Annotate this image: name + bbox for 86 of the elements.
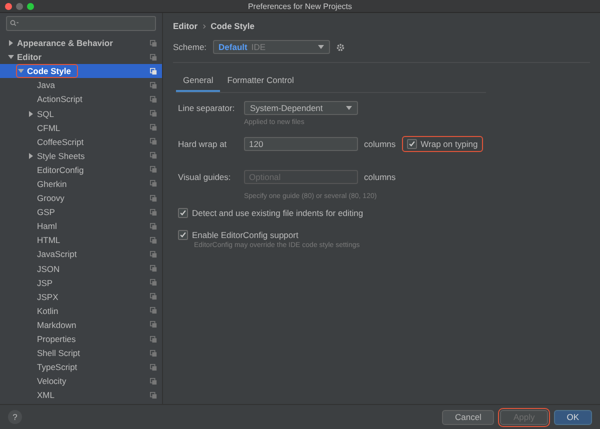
expanded-arrow-icon[interactable] (18, 68, 24, 74)
tree-item[interactable]: Shell Script (0, 346, 162, 360)
breadcrumb-item[interactable]: Code Style (210, 21, 254, 31)
tree-item[interactable]: EditorConfig (0, 162, 162, 177)
scheme-label: Scheme: (173, 42, 207, 52)
tree-item-label: JSON (37, 264, 60, 274)
tree-item-label: Appearance & Behavior (17, 38, 113, 48)
tab[interactable]: General (176, 73, 220, 92)
breadcrumb-item[interactable]: Editor (173, 21, 198, 31)
tree-item[interactable]: Style Sheets (0, 148, 162, 163)
tree-item-label: Haml (37, 221, 57, 232)
tree-item-label: Style Sheets (37, 150, 85, 161)
tree-item-label: Editor (17, 52, 42, 62)
tree-item-label: Groovy (37, 193, 64, 204)
tree-item[interactable]: Haml (0, 219, 162, 234)
tree-item-label: XML (37, 390, 54, 400)
tree-item[interactable]: CoffeeScript (0, 134, 162, 149)
tree-item-label: Velocity (37, 376, 66, 386)
tree-item-label: Markdown (37, 320, 76, 330)
tree-item[interactable]: XML (0, 388, 162, 402)
help-button[interactable]: ? (8, 410, 22, 424)
expanded-arrow-icon[interactable] (8, 54, 14, 60)
checkbox[interactable] (178, 230, 188, 240)
tree-item-label: Java (37, 80, 55, 90)
tree-item[interactable]: Properties (0, 332, 162, 346)
tree-item[interactable]: GSP (0, 205, 162, 220)
search-icon (10, 20, 19, 27)
collapsed-arrow-icon[interactable] (28, 110, 34, 117)
line-separator-dropdown[interactable]: System-Dependent (244, 101, 358, 115)
field-label: Visual guides: (178, 172, 232, 182)
tree-item[interactable]: JSPX (0, 290, 162, 304)
tree-item[interactable]: Markdown (0, 318, 162, 332)
dialog-button[interactable]: OK (554, 410, 592, 424)
tree-item-label: Shell Script (37, 348, 80, 358)
field-label: Line separator: (178, 103, 236, 113)
tree-item[interactable]: JSP (0, 276, 162, 290)
tree-item-label: Gherkin (37, 178, 67, 189)
dropdown-arrow-icon (346, 106, 352, 110)
tab[interactable]: Formatter Control (220, 73, 301, 92)
unit-label: columns (364, 172, 396, 182)
tree-item-label: Kotlin (37, 306, 58, 316)
tree-item[interactable]: Editor (0, 50, 162, 64)
checkbox-label: Enable EditorConfig support (192, 230, 298, 240)
input-field[interactable]: 120 (244, 137, 358, 151)
checkbox-label: Detect and use existing file indents for editing (192, 208, 364, 218)
tree-item[interactable]: Java (0, 78, 162, 92)
tree-item[interactable]: HTML (0, 233, 162, 248)
unit-label: columns (364, 139, 396, 149)
checkbox-label: Wrap on typing (420, 139, 478, 149)
tree-item[interactable]: Appearance & Behavior (0, 36, 162, 50)
collapsed-arrow-icon[interactable] (28, 152, 34, 159)
tree-item-label: HTML (37, 235, 60, 246)
tree-item-label: JSP (37, 278, 53, 288)
tree-item-label: CFML (37, 122, 60, 133)
dialog-button[interactable]: Cancel (442, 410, 494, 424)
tree-item[interactable]: Velocity (0, 374, 162, 388)
chevron-icon (202, 24, 206, 28)
tree-item[interactable]: ActionScript (0, 92, 162, 106)
tree-item[interactable]: Groovy (0, 191, 162, 206)
tree-item-label: Properties (37, 334, 76, 344)
tree-item-label: Code Style (27, 66, 71, 76)
window-title: Preferences for New Projects (248, 2, 352, 10)
tree-item-label: TypeScript (37, 362, 78, 372)
tree-item-label: CoffeeScript (37, 136, 84, 147)
tree-item-label: JSPX (37, 292, 58, 302)
dropdown-arrow-icon (318, 45, 324, 49)
checkbox[interactable] (178, 208, 188, 218)
tree-item-label: JavaScript (37, 249, 77, 260)
tree-item[interactable]: Code Style (0, 64, 162, 78)
gear-icon[interactable] (336, 42, 345, 52)
tree-item[interactable]: TypeScript (0, 360, 162, 374)
field-label: Hard wrap at (178, 139, 228, 149)
search-field[interactable] (6, 16, 156, 31)
tree-item-label: ActionScript (37, 94, 82, 104)
tree-item[interactable]: JavaScript (0, 247, 162, 262)
collapsed-arrow-icon[interactable] (8, 40, 14, 46)
tree-item[interactable]: Kotlin (0, 304, 162, 318)
tree-item[interactable]: Gherkin (0, 176, 162, 192)
checkbox[interactable] (406, 139, 417, 149)
tree-item-label: GSP (37, 207, 55, 218)
tree-item-label: EditorConfig (37, 164, 84, 175)
tree-item[interactable]: JSON (0, 262, 162, 276)
tree-item[interactable]: SQL (0, 106, 162, 121)
scheme-dropdown[interactable]: Default IDE (212, 40, 330, 54)
tree-item-label: SQL (37, 108, 54, 119)
tree-item[interactable]: CFML (0, 120, 162, 135)
